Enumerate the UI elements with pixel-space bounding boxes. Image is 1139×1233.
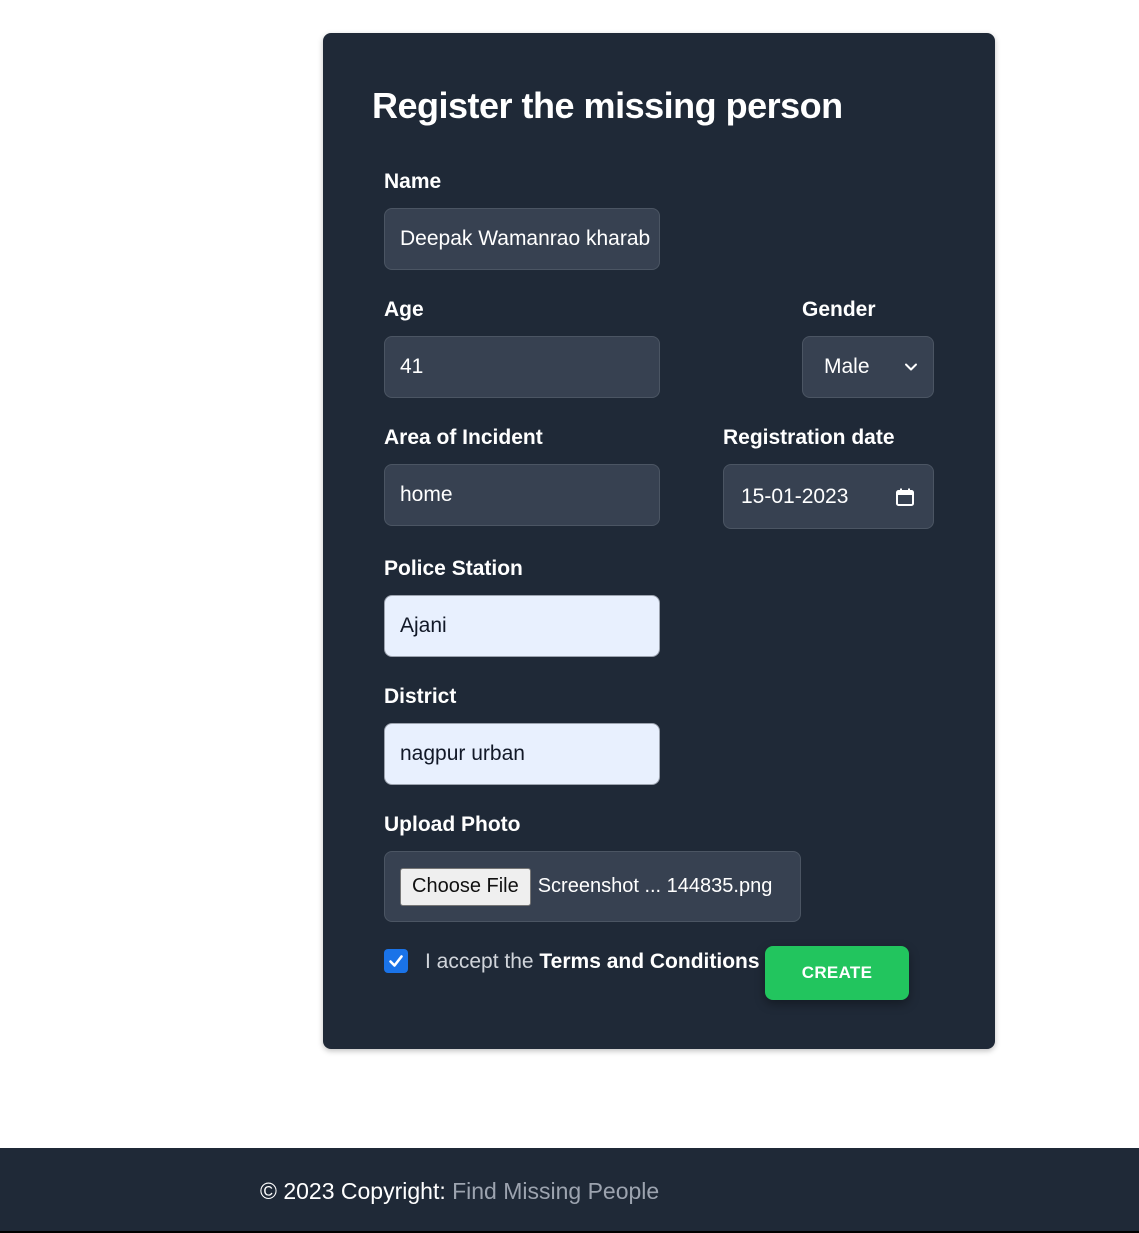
page: Register the missing person Name Deepak … [0, 0, 1139, 1233]
age-label: Age [384, 298, 424, 321]
district-input[interactable]: nagpur urban [384, 723, 660, 785]
chevron-down-icon [905, 363, 917, 371]
terms-prefix: I accept the [425, 950, 540, 973]
choose-file-button[interactable]: Choose File [400, 867, 531, 906]
register-form-card: Register the missing person Name Deepak … [323, 33, 995, 1049]
selected-file-name: Screenshot ... 144835.png [537, 875, 773, 897]
registration-date-input[interactable]: 15-01-2023 [723, 464, 934, 529]
create-button[interactable]: CREATE [765, 946, 909, 1000]
gender-label: Gender [802, 298, 876, 321]
name-label: Name [384, 170, 442, 193]
district-value: nagpur urban [400, 742, 525, 765]
area-label: Area of Incident [384, 426, 543, 449]
checkmark-icon [389, 955, 403, 967]
police-station-label: Police Station [384, 557, 523, 580]
age-input-value: 41 [400, 355, 424, 378]
police-station-value: Ajani [400, 614, 447, 637]
age-input[interactable]: 41 [384, 336, 660, 398]
police-station-input[interactable]: Ajani [384, 595, 660, 657]
name-input[interactable]: Deepak Wamanrao kharab [384, 208, 660, 270]
registration-date-label: Registration date [723, 426, 895, 449]
gender-select[interactable]: Male [802, 336, 934, 398]
gender-select-value: Male [824, 355, 870, 378]
upload-photo-field: Choose File Screenshot ... 144835.png [384, 851, 801, 922]
name-input-value: Deepak Wamanrao kharab [400, 227, 651, 250]
footer-copyright: © 2023 Copyright: Find Missing People [260, 1178, 659, 1205]
area-input-value: home [400, 483, 453, 506]
registration-date-value: 15-01-2023 [741, 484, 849, 508]
form-title: Register the missing person [372, 85, 843, 126]
terms-checkbox[interactable] [384, 949, 408, 973]
footer-copyright-text: © 2023 Copyright: [260, 1178, 453, 1204]
calendar-icon[interactable] [895, 487, 915, 507]
terms-text: I accept the Terms and Conditions [425, 950, 760, 974]
footer: © 2023 Copyright: Find Missing People [0, 1148, 1139, 1233]
district-label: District [384, 685, 457, 708]
upload-photo-label: Upload Photo [384, 813, 521, 836]
area-input[interactable]: home [384, 464, 660, 526]
footer-site-link[interactable]: Find Missing People [452, 1178, 659, 1204]
terms-link[interactable]: Terms and Conditions [539, 950, 759, 973]
